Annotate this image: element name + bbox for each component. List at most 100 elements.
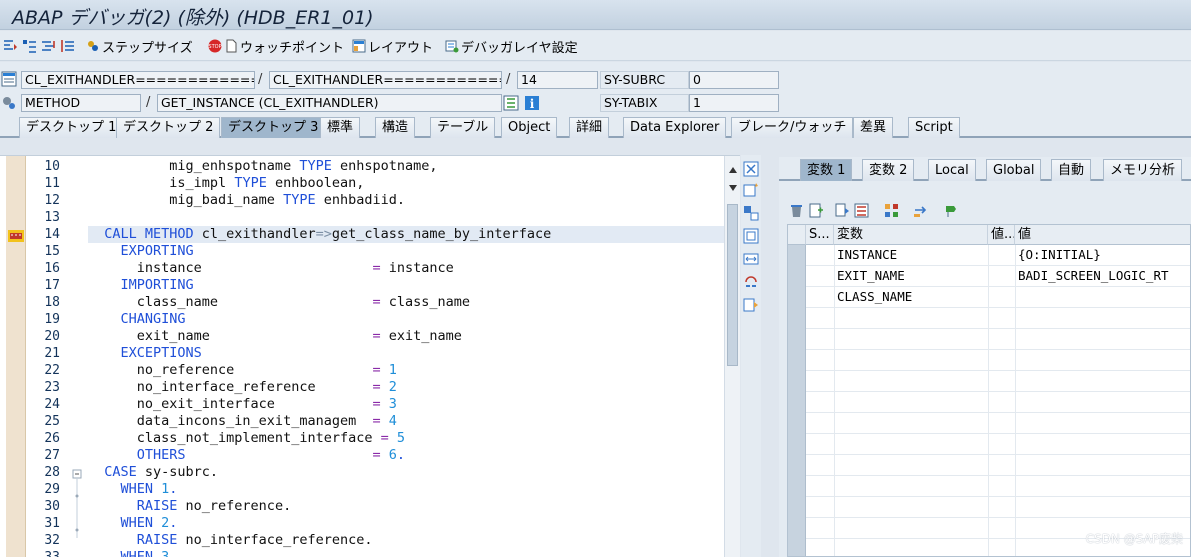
code-line[interactable]: CASE sy-subrc. — [88, 464, 724, 481]
single-step-icon[interactable] — [2, 36, 21, 56]
copy-icon[interactable] — [835, 203, 850, 218]
variable-column-header[interactable]: 変数 — [834, 225, 988, 245]
row-selector[interactable] — [788, 308, 806, 329]
table-row[interactable]: INSTANCE {O:INITIAL} — [788, 245, 1190, 266]
value-column-header[interactable]: 値 — [1015, 225, 1190, 245]
code-line[interactable]: IMPORTING — [88, 277, 724, 294]
services-icon[interactable] — [743, 297, 759, 313]
row-selector[interactable] — [788, 245, 806, 266]
delete-icon[interactable] — [789, 203, 804, 218]
info-icon[interactable]: i — [524, 95, 540, 111]
code-line[interactable]: RAISE no_interface_reference. — [88, 532, 724, 549]
code-line[interactable]: WHEN 3. — [88, 549, 724, 557]
variable-name-cell[interactable]: CLASS_NAME — [834, 287, 988, 308]
row-selector[interactable] — [788, 350, 806, 371]
row-selector[interactable] — [788, 455, 806, 476]
row-selector[interactable] — [788, 413, 806, 434]
breakpoint-gutter[interactable] — [6, 156, 26, 557]
table-row[interactable] — [788, 308, 1190, 329]
table-row[interactable]: CLASS_NAME — [788, 287, 1190, 308]
table-row[interactable] — [788, 329, 1190, 350]
filter-icon[interactable] — [944, 203, 959, 218]
table-row[interactable] — [788, 497, 1190, 518]
close-icon[interactable] — [743, 161, 759, 177]
code-line[interactable]: class_not_implement_interface = 5 — [88, 430, 724, 447]
table-row[interactable] — [788, 392, 1190, 413]
scroll-up-icon[interactable] — [728, 166, 738, 174]
layout-button[interactable]: レイアウト — [352, 36, 433, 56]
tab-detail[interactable]: 詳細 — [569, 117, 610, 138]
code-line[interactable]: is_impl TYPE enhboolean, — [88, 175, 724, 192]
tab-standard[interactable]: 標準 — [320, 117, 361, 138]
code-line[interactable]: instance = instance — [88, 260, 724, 277]
code-line[interactable]: EXCEPTIONS — [88, 345, 724, 362]
tab-object[interactable]: Object — [501, 117, 558, 138]
swap-tool-icon[interactable] — [743, 205, 759, 221]
table-row[interactable] — [788, 476, 1190, 497]
code-line[interactable]: no_exit_interface = 3 — [88, 396, 724, 413]
tab-table[interactable]: テーブル — [430, 117, 496, 138]
code-scrollbar[interactable] — [724, 156, 740, 557]
tab-diff[interactable]: 差異 — [853, 117, 894, 138]
return-step-icon[interactable] — [40, 36, 59, 56]
row-selector[interactable] — [788, 476, 806, 497]
code-line[interactable]: RAISE no_reference. — [88, 498, 724, 515]
scroll-down-icon[interactable] — [728, 184, 738, 192]
tab-desktop-3[interactable]: デスクトップ 3 — [221, 117, 326, 138]
tab-local[interactable]: Local — [928, 159, 976, 181]
row-selector[interactable] — [788, 518, 806, 539]
table-row[interactable] — [788, 455, 1190, 476]
code-line[interactable]: WHEN 2. — [88, 515, 724, 532]
tab-desktop-2[interactable]: デスクトップ 2 — [116, 117, 221, 138]
table-row[interactable] — [788, 350, 1190, 371]
code-line[interactable]: EXPORTING — [88, 243, 724, 260]
value-type-column-header[interactable]: 値... — [988, 225, 1015, 245]
code-line[interactable]: class_name = class_name — [88, 294, 724, 311]
row-selector[interactable] — [788, 287, 806, 308]
new-tool-icon[interactable] — [743, 182, 759, 198]
execute-step-icon[interactable] — [21, 36, 40, 56]
variable-value-cell[interactable]: {O:INITIAL} — [1015, 245, 1190, 266]
structure-icon[interactable] — [503, 95, 519, 111]
row-selector[interactable] — [788, 329, 806, 350]
code-line[interactable]: no_reference = 1 — [88, 362, 724, 379]
watchpoint-button[interactable]: STOP ウォッチポイント — [208, 36, 344, 56]
tab-auto[interactable]: 自動 — [1051, 159, 1092, 181]
tab-desktop-1[interactable]: デスクトップ 1 — [19, 117, 124, 138]
code-line[interactable]: mig_enhspotname TYPE enhspotname, — [88, 158, 724, 175]
debugger-layer-button[interactable]: デバッガレイヤ設定 — [445, 36, 578, 56]
code-line[interactable]: mig_badi_name TYPE enhbadiid. — [88, 192, 724, 209]
tab-break-watch[interactable]: ブレーク/ウォッチ — [731, 117, 854, 138]
code-line[interactable]: exit_name = exit_name — [88, 328, 724, 345]
tab-global[interactable]: Global — [986, 159, 1042, 181]
step-size-button[interactable]: ステップサイズ — [86, 36, 193, 56]
row-selector[interactable] — [788, 266, 806, 287]
tab-script[interactable]: Script — [908, 117, 960, 138]
fold-toggle-icon[interactable] — [72, 468, 82, 538]
row-selector[interactable] — [788, 392, 806, 413]
variable-name-cell[interactable]: EXIT_NAME — [834, 266, 988, 287]
tab-data-explorer[interactable]: Data Explorer — [623, 117, 727, 138]
code-line[interactable] — [88, 209, 724, 226]
row-selector[interactable] — [788, 434, 806, 455]
status-column-header[interactable]: S... — [806, 225, 834, 245]
variable-value-cell[interactable]: BADI_SCREEN_LOGIC_RT — [1015, 266, 1190, 287]
maximize-icon[interactable] — [743, 228, 759, 244]
current-code-line[interactable]: CALL METHOD cl_exithandler=>get_class_na… — [88, 226, 724, 243]
variable-name-cell[interactable]: INSTANCE — [834, 245, 988, 266]
table-row[interactable] — [788, 434, 1190, 455]
row-selector[interactable] — [788, 539, 806, 556]
tab-memory-analysis[interactable]: メモリ分析 — [1103, 159, 1183, 181]
source-code-viewer[interactable]: 10 11 12 13 14 15 16 17 18 19 20 21 22 23 24 25 26 27 28 29… — [0, 155, 740, 557]
resize-icon[interactable] — [743, 251, 759, 267]
table-row[interactable]: EXIT_NAME BADI_SCREEN_LOGIC_RT — [788, 266, 1190, 287]
variable-value-cell[interactable] — [1015, 287, 1190, 308]
refresh-icon[interactable] — [743, 274, 759, 290]
tab-variables-2[interactable]: 変数 2 — [862, 159, 915, 181]
tab-variables-1[interactable]: 変数 1 — [800, 159, 853, 181]
row-selector[interactable] — [788, 497, 806, 518]
insert-row-icon[interactable] — [809, 203, 824, 218]
transfer-icon[interactable] — [913, 203, 929, 218]
tab-structure[interactable]: 構造 — [375, 117, 416, 138]
save-variables-icon[interactable] — [854, 203, 869, 218]
